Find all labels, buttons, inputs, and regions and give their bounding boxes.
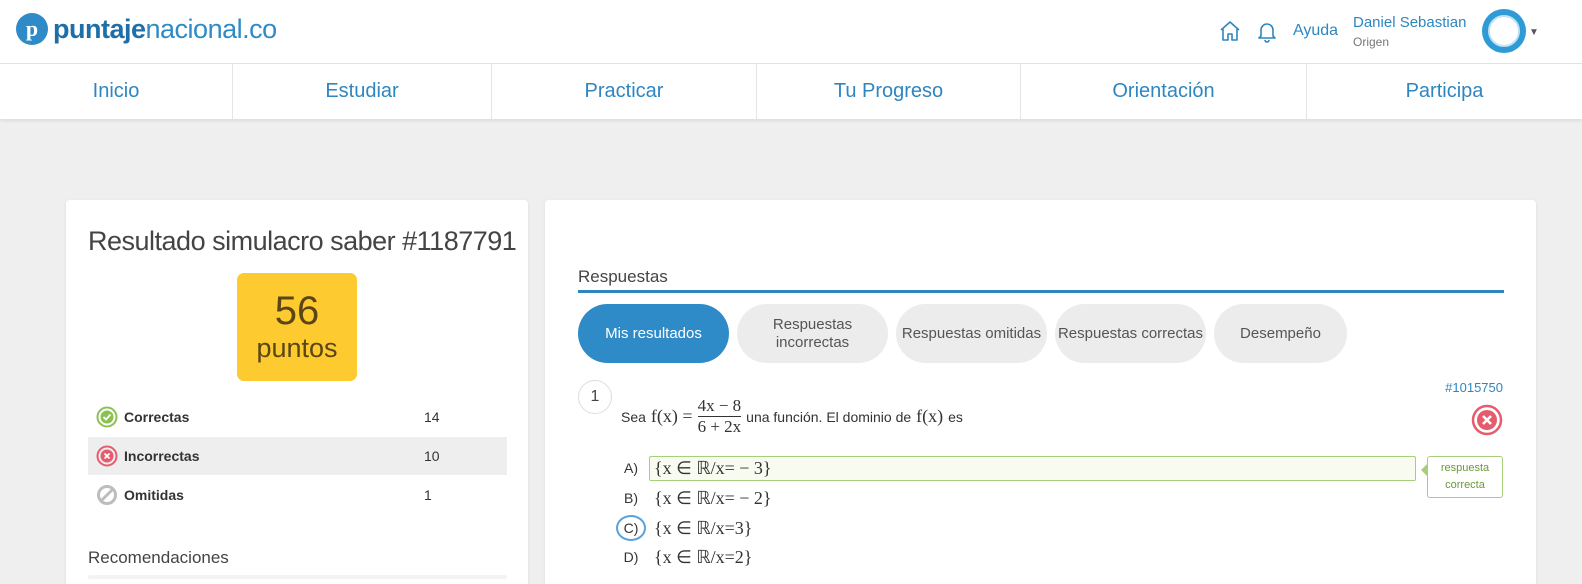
nav-item-practicar[interactable]: Practicar <box>492 64 757 119</box>
option-letter: B) <box>624 490 638 506</box>
answers-title: Respuestas <box>578 267 668 286</box>
avatar[interactable] <box>1482 9 1526 53</box>
option-text: {x ∈ ℝ/x=3} <box>654 517 753 538</box>
recommendations-title: Recomendaciones <box>88 548 229 567</box>
fraction-numerator: 4x − 8 <box>697 396 742 415</box>
result-title: Resultado simulacro saber #1187791 <box>88 226 517 256</box>
chevron-down-icon[interactable]: ▼ <box>1529 27 1539 38</box>
question-fraction: 4x − 8 6 + 2x <box>697 396 742 437</box>
nav-item-tu-progreso[interactable]: Tu Progreso <box>757 64 1021 119</box>
tab-respuestas-omitidas[interactable]: Respuestas omitidas <box>896 304 1047 363</box>
slash-circle-icon <box>97 485 117 505</box>
stat-label: Omitidas <box>124 487 184 503</box>
logo-text: puntajenacional.co <box>53 12 277 46</box>
question-number: 1 <box>578 380 612 414</box>
top-header: p puntajenacional.co Ayuda Daniel Sebast… <box>0 0 1582 64</box>
user-level: Origen <box>1353 35 1390 49</box>
nav-item-estudiar[interactable]: Estudiar <box>233 64 492 119</box>
answers-card: Respuestas Mis resultados Respuestas inc… <box>545 200 1536 584</box>
help-link[interactable]: Ayuda <box>1293 22 1338 40</box>
logo-mark-icon: p <box>16 13 48 45</box>
check-circle-icon <box>96 406 118 428</box>
option-a[interactable]: A) {x ∈ ℝ/x= − 3} <box>616 455 772 481</box>
score-unit: puntos <box>256 333 338 363</box>
bell-icon[interactable] <box>1255 19 1279 43</box>
score-badge: 56 puntos <box>237 273 357 381</box>
question-id-link[interactable]: #1015750 <box>1445 380 1503 395</box>
option-d[interactable]: D) {x ∈ ℝ/x=2} <box>616 544 753 570</box>
avatar-image <box>1488 15 1520 47</box>
tab-desempeno[interactable]: Desempeño <box>1214 304 1347 363</box>
recommendations-divider <box>88 575 507 579</box>
stat-value: 14 <box>424 409 440 425</box>
answers-underline <box>578 290 1504 293</box>
result-summary-card: Resultado simulacro saber #1187791 56 pu… <box>66 200 528 584</box>
score-value: 56 <box>274 289 320 333</box>
tab-respuestas-incorrectas[interactable]: Respuestas incorrectas <box>737 304 888 363</box>
question-function: f(x) = <box>650 406 693 426</box>
option-letter-selected: C) <box>616 515 646 541</box>
logo-text-bold: puntaje <box>53 14 146 44</box>
stats-row-omitted: Omitidas 1 <box>88 476 507 514</box>
question-text-middle: una función. El dominio de <box>746 408 912 425</box>
option-c[interactable]: C) {x ∈ ℝ/x=3} <box>616 515 752 541</box>
option-text: {x ∈ ℝ/x= − 3} <box>654 457 772 478</box>
user-name[interactable]: Daniel Sebastian <box>1353 14 1466 31</box>
question-text-before: Sea <box>621 408 646 425</box>
nav-item-inicio[interactable]: Inicio <box>0 64 233 119</box>
main-nav: Inicio Estudiar Practicar Tu Progreso Or… <box>0 64 1582 119</box>
wrong-answer-icon <box>1471 404 1503 436</box>
fraction-denominator: 6 + 2x <box>697 417 742 436</box>
question-function-2: f(x) <box>916 406 944 426</box>
tab-respuestas-correctas[interactable]: Respuestas correctas <box>1055 304 1206 363</box>
correct-answer-tag: respuesta correcta <box>1427 456 1503 498</box>
tab-mis-resultados[interactable]: Mis resultados <box>578 304 729 363</box>
option-letter: D) <box>623 549 639 565</box>
stats-row-incorrect: Incorrectas 10 <box>88 437 507 475</box>
home-icon[interactable] <box>1218 19 1242 43</box>
site-logo[interactable]: p puntajenacional.co <box>16 12 277 46</box>
stat-value: 1 <box>424 487 432 503</box>
nav-item-participa[interactable]: Participa <box>1307 64 1582 119</box>
stat-value: 10 <box>424 448 440 464</box>
option-text: {x ∈ ℝ/x= − 2} <box>654 487 772 508</box>
question-text: Sea f(x) = 4x − 8 6 + 2x una función. El… <box>621 396 963 437</box>
option-letter: A) <box>624 460 638 476</box>
x-circle-icon <box>96 445 118 467</box>
stats-row-correct: Correctas 14 <box>88 398 507 436</box>
stat-label: Correctas <box>124 409 190 425</box>
logo-text-light: nacional.co <box>145 14 278 44</box>
option-b[interactable]: B) {x ∈ ℝ/x= − 2} <box>616 485 772 511</box>
nav-item-orientacion[interactable]: Orientación <box>1021 64 1307 119</box>
option-text: {x ∈ ℝ/x=2} <box>654 546 753 567</box>
stat-label: Incorrectas <box>124 448 200 464</box>
question-text-after: es <box>948 408 963 425</box>
